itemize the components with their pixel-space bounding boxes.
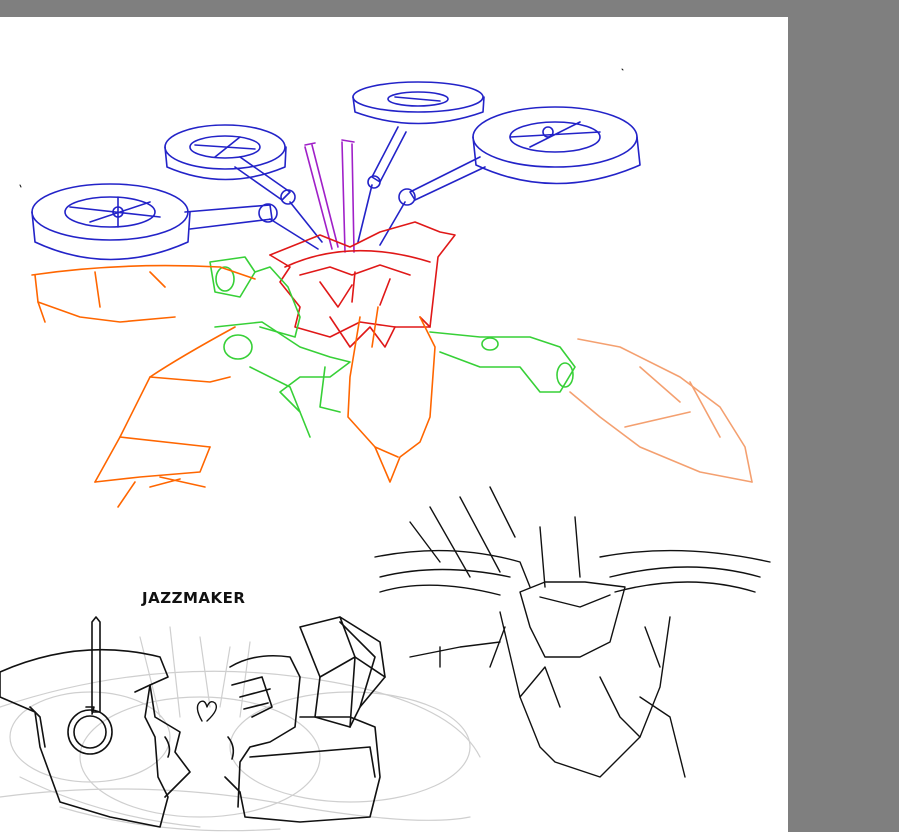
drawing-canvas[interactable]: JAZZMAKER [0, 17, 788, 832]
left-wings [31, 264, 256, 508]
chibi-left [0, 616, 191, 828]
green-limbs [209, 256, 576, 438]
workspace-margin [788, 0, 899, 832]
pencil-scribbles [0, 626, 481, 832]
stray-marks [19, 68, 624, 188]
caption-label: JAZZMAKER [142, 589, 246, 607]
sketch-layer [0, 68, 771, 832]
ink-creature [374, 486, 771, 778]
right-wing [569, 338, 753, 483]
heart-icon [196, 700, 218, 722]
antennae [304, 139, 355, 253]
rotors [31, 81, 641, 261]
